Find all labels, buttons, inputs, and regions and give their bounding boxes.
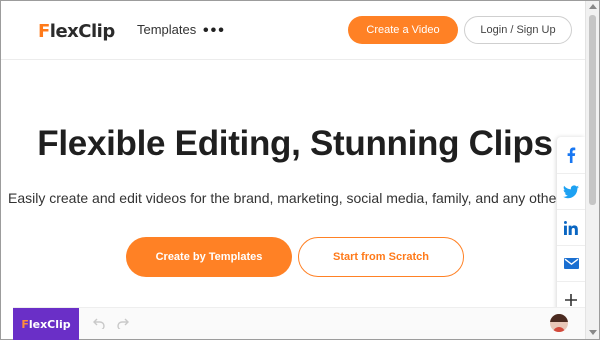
login-signup-button[interactable]: Login / Sign Up bbox=[464, 16, 572, 44]
hero-subtitle: Easily create and edit videos for the br… bbox=[8, 190, 557, 206]
facebook-icon bbox=[567, 147, 576, 163]
linkedin-icon bbox=[564, 220, 578, 235]
facebook-share-button[interactable] bbox=[557, 137, 585, 173]
scroll-down-arrow-icon[interactable] bbox=[589, 330, 597, 335]
share-panel bbox=[557, 137, 585, 318]
preview-logo: FlexClip bbox=[13, 308, 79, 340]
flexclip-logo[interactable]: FlexClip bbox=[38, 19, 115, 43]
plus-icon bbox=[565, 293, 577, 306]
scroll-up-arrow-icon[interactable] bbox=[589, 4, 597, 9]
linkedin-share-button[interactable] bbox=[557, 209, 585, 245]
more-menu-icon[interactable]: ••• bbox=[203, 23, 226, 39]
start-from-scratch-button[interactable]: Start from Scratch bbox=[298, 237, 464, 277]
hero-title: Flexible Editing, Stunning Clips bbox=[37, 124, 553, 163]
logo-wordmark: FlexClip bbox=[38, 20, 115, 42]
undo-icon[interactable] bbox=[93, 316, 105, 334]
editor-preview-strip: FlexClip bbox=[13, 307, 585, 340]
preview-logo-wordmark: FlexClip bbox=[21, 317, 71, 331]
create-by-templates-button[interactable]: Create by Templates bbox=[126, 237, 292, 277]
email-icon bbox=[563, 258, 579, 269]
email-share-button[interactable] bbox=[557, 245, 585, 281]
header-divider bbox=[1, 59, 585, 60]
create-video-button[interactable]: Create a Video bbox=[348, 16, 458, 44]
nav-templates-link[interactable]: Templates bbox=[137, 22, 196, 37]
redo-icon[interactable] bbox=[117, 316, 129, 334]
user-avatar[interactable] bbox=[550, 314, 568, 332]
twitter-share-button[interactable] bbox=[557, 173, 585, 209]
twitter-icon bbox=[563, 184, 579, 198]
scroll-thumb[interactable] bbox=[589, 15, 596, 205]
page-scrollbar[interactable] bbox=[585, 1, 599, 339]
